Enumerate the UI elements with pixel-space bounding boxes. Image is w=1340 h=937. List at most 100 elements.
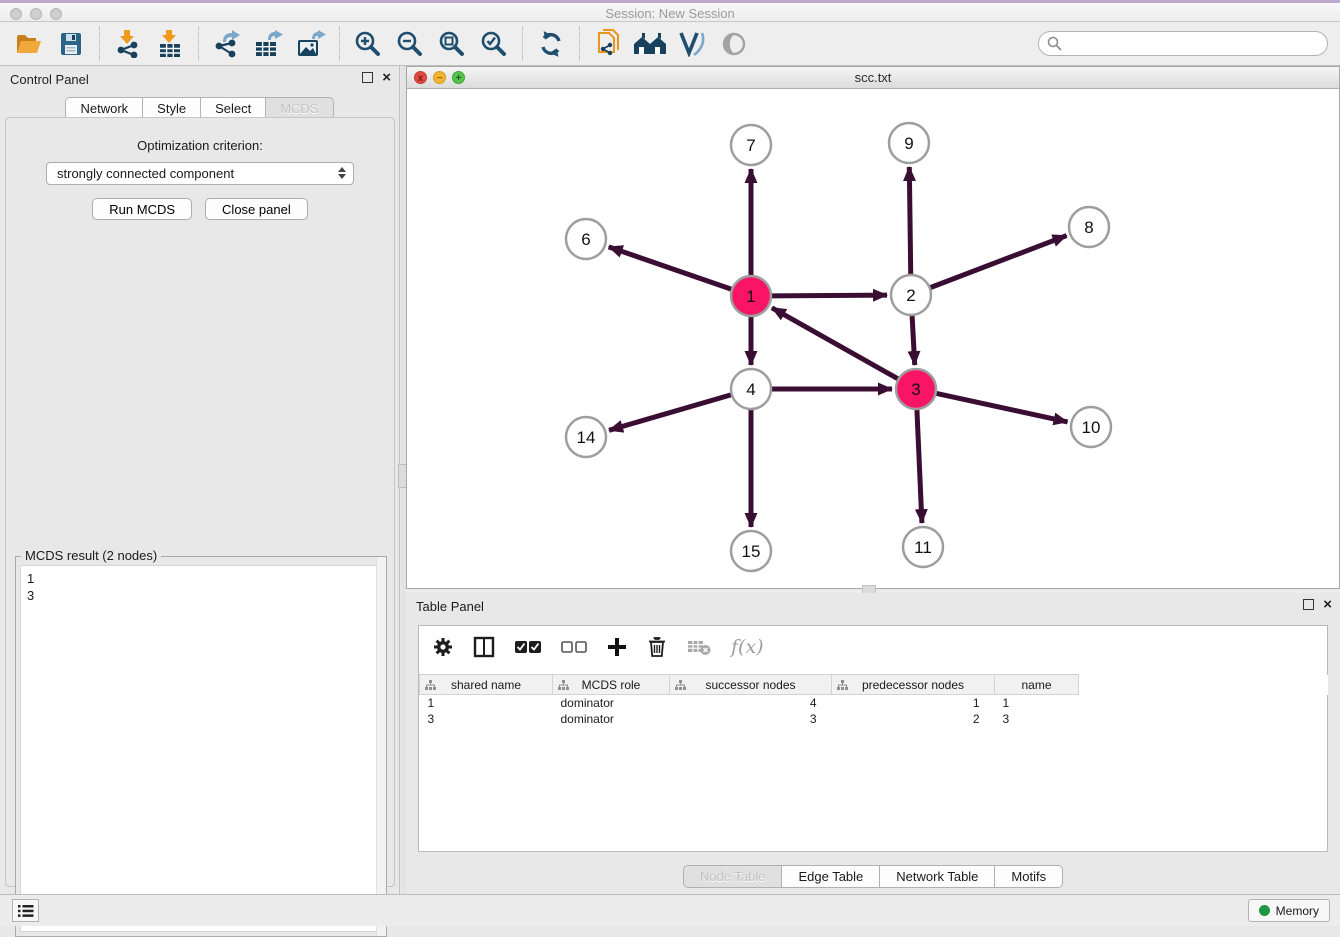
float-panel-icon[interactable] <box>362 72 373 83</box>
table-cell[interactable]: 3 <box>420 711 553 727</box>
zoom-out-icon[interactable] <box>392 26 428 62</box>
table-cell[interactable]: dominator <box>553 711 670 727</box>
list-icon <box>18 904 34 918</box>
table-cell[interactable]: dominator <box>553 695 670 711</box>
select-all-columns-icon[interactable] <box>515 640 541 654</box>
close-panel-button[interactable]: Close panel <box>205 198 308 220</box>
refresh-layout-icon[interactable] <box>533 26 569 62</box>
node-table: shared nameMCDS rolesuccessor nodesprede… <box>419 674 1328 727</box>
table-cell[interactable]: 3 <box>670 711 832 727</box>
table-panel-title: Table Panel <box>416 599 484 614</box>
new-network-from-selection-icon[interactable] <box>590 26 626 62</box>
import-table-icon[interactable] <box>152 26 188 62</box>
edge-1-6[interactable] <box>609 247 731 289</box>
delete-table-icon[interactable] <box>687 638 711 656</box>
app-title: Session: New Session <box>0 6 1340 21</box>
task-history-button[interactable] <box>12 899 39 922</box>
delete-column-icon[interactable] <box>647 636 667 658</box>
mcds-panel: Optimization criterion: strongly connect… <box>5 117 395 887</box>
result-scrollbar[interactable] <box>376 557 386 936</box>
first-neighbors-icon[interactable] <box>632 26 668 62</box>
run-mcds-button[interactable]: Run MCDS <box>92 198 192 220</box>
table-cell[interactable]: 1 <box>420 695 553 711</box>
graph-node-9[interactable]: 9 <box>889 123 929 163</box>
apply-style-icon[interactable] <box>674 26 710 62</box>
criterion-dropdown[interactable]: strongly connected component <box>46 162 354 185</box>
zoom-fit-icon[interactable] <box>434 26 470 62</box>
column-header-predecessor-nodes[interactable]: predecessor nodes <box>832 675 995 695</box>
float-table-panel-icon[interactable] <box>1303 599 1314 610</box>
column-header-empty <box>1079 675 1328 695</box>
search-input[interactable] <box>1067 36 1319 51</box>
graph-node-7[interactable]: 7 <box>731 125 771 165</box>
unselect-all-columns-icon[interactable] <box>561 640 587 654</box>
column-header-shared-name[interactable]: shared name <box>420 675 553 695</box>
export-table-icon[interactable] <box>251 26 287 62</box>
mcds-result-list[interactable]: 1 3 <box>20 565 382 932</box>
create-column-icon[interactable] <box>607 637 627 657</box>
show-columns-icon[interactable] <box>473 636 495 658</box>
save-session-icon[interactable] <box>53 26 89 62</box>
tab-node-table[interactable]: Node Table <box>683 865 782 888</box>
tab-motifs[interactable]: Motifs <box>994 865 1063 888</box>
column-header-successor-nodes[interactable]: successor nodes <box>670 675 832 695</box>
main-toolbar <box>0 22 1340 66</box>
control-panel-title: Control Panel <box>10 72 89 87</box>
column-header-name[interactable]: name <box>995 675 1079 695</box>
export-network-icon[interactable] <box>209 26 245 62</box>
graph-node-3[interactable]: 3 <box>896 369 936 409</box>
edge-2-9[interactable] <box>909 167 910 274</box>
table-cell[interactable]: 1 <box>995 695 1079 711</box>
edge-2-3[interactable] <box>912 316 915 365</box>
toolbar-separator <box>579 27 580 61</box>
memory-status-icon <box>1259 905 1270 916</box>
table-cell[interactable]: 4 <box>670 695 832 711</box>
edge-2-8[interactable] <box>931 236 1067 288</box>
close-table-panel-icon[interactable]: × <box>1323 599 1332 610</box>
zoom-in-icon[interactable] <box>350 26 386 62</box>
graph-node-10[interactable]: 10 <box>1071 407 1111 447</box>
graph-node-8[interactable]: 8 <box>1069 207 1109 247</box>
graph-node-1[interactable]: 1 <box>731 276 771 316</box>
graph-node-11[interactable]: 11 <box>903 527 943 567</box>
open-file-icon[interactable] <box>11 26 47 62</box>
edge-3-10[interactable] <box>937 393 1068 421</box>
graph-node-2[interactable]: 2 <box>891 275 931 315</box>
svg-text:1: 1 <box>746 287 755 306</box>
graph-node-15[interactable]: 15 <box>731 531 771 571</box>
edge-3-1[interactable] <box>772 308 898 379</box>
table-cell[interactable]: 1 <box>832 695 995 711</box>
graph-node-4[interactable]: 4 <box>731 369 771 409</box>
import-network-icon[interactable] <box>110 26 146 62</box>
table-cell[interactable]: 2 <box>832 711 995 727</box>
table-row[interactable]: 3dominator323 <box>420 711 1328 727</box>
tab-network-table[interactable]: Network Table <box>879 865 994 888</box>
apply-function-icon[interactable]: f(x) <box>731 636 764 658</box>
column-header-MCDS-role[interactable]: MCDS role <box>553 675 670 695</box>
graph-node-14[interactable]: 14 <box>566 417 606 457</box>
network-window-titlebar[interactable]: x − + scc.txt <box>407 67 1339 89</box>
tab-edge-table[interactable]: Edge Table <box>781 865 879 888</box>
show-hide-panel-icon[interactable] <box>716 26 752 62</box>
close-panel-icon[interactable]: × <box>382 72 391 83</box>
memory-button[interactable]: Memory <box>1248 899 1330 922</box>
search-field[interactable] <box>1038 31 1328 56</box>
table-cell[interactable]: 3 <box>995 711 1079 727</box>
network-window-title: scc.txt <box>407 70 1339 85</box>
network-graph[interactable]: 1 2 3 4 6 7 8 9 10 11 14 15 <box>407 89 1339 588</box>
graph-node-6[interactable]: 6 <box>566 219 606 259</box>
edge-4-14[interactable] <box>609 395 731 430</box>
mcds-result-box: MCDS result (2 nodes) 1 3 <box>15 556 387 937</box>
control-panel: Control Panel × NetworkStyleSelectMCDS O… <box>0 66 400 894</box>
edge-3-11[interactable] <box>917 410 922 523</box>
network-canvas[interactable]: 1 2 3 4 6 7 8 9 10 11 14 15 <box>407 89 1339 588</box>
svg-text:4: 4 <box>746 380 755 399</box>
mcds-result-title: MCDS result (2 nodes) <box>21 548 161 563</box>
svg-text:14: 14 <box>577 428 596 447</box>
export-image-icon[interactable] <box>293 26 329 62</box>
svg-text:3: 3 <box>911 380 920 399</box>
table-row[interactable]: 1dominator411 <box>420 695 1328 711</box>
zoom-selected-icon[interactable] <box>476 26 512 62</box>
edge-1-2[interactable] <box>772 295 887 296</box>
table-settings-gear-icon[interactable] <box>433 637 453 657</box>
